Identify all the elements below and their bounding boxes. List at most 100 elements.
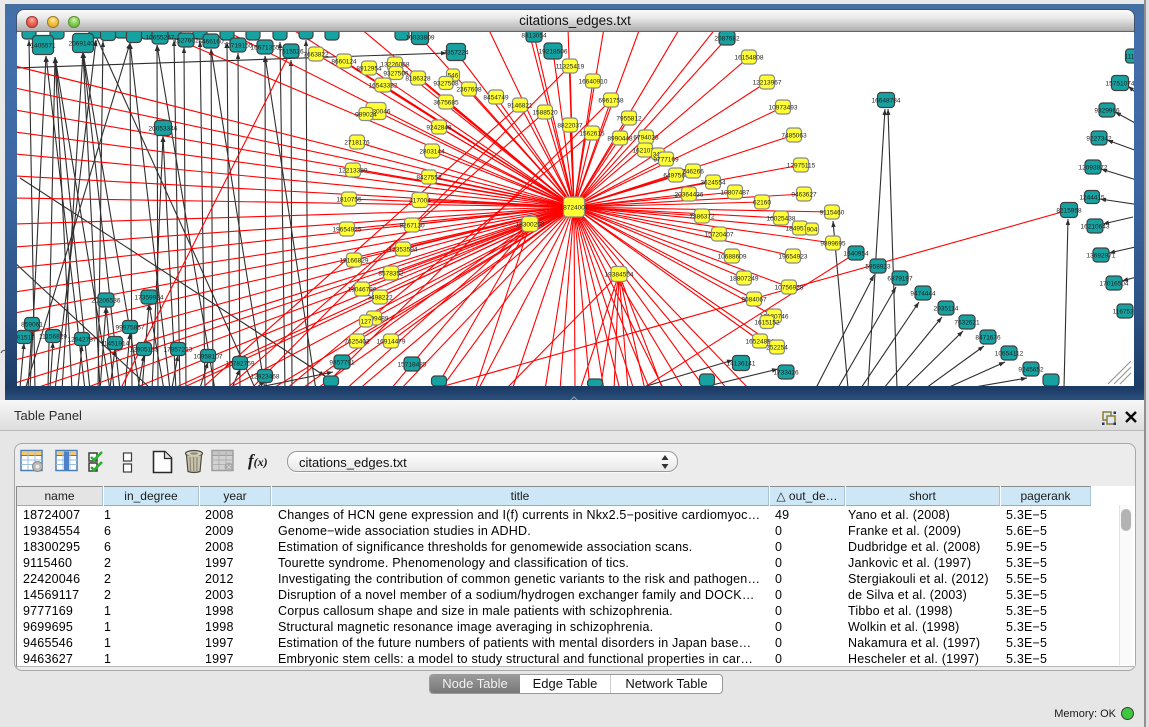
svg-text:11124: 11124 — [1124, 53, 1134, 60]
svg-text:2367608: 2367608 — [456, 86, 482, 93]
svg-text:7625402: 7625402 — [344, 338, 370, 345]
svg-text:10958107: 10958107 — [194, 353, 223, 360]
svg-text:7955812: 7955812 — [616, 115, 642, 122]
svg-text:16782759: 16782759 — [226, 360, 255, 367]
svg-text:9084067: 9084067 — [741, 296, 767, 303]
svg-text:1562615: 1562615 — [579, 130, 605, 137]
svg-text:6466160: 6466160 — [198, 38, 224, 45]
svg-text:8186328: 8186328 — [405, 75, 431, 82]
svg-text:1588520: 1588520 — [532, 109, 558, 116]
svg-text:12213389: 12213389 — [339, 167, 368, 174]
svg-text:8660124: 8660124 — [331, 58, 357, 65]
svg-text:19384554: 19384554 — [605, 271, 634, 278]
svg-text:12213967: 12213967 — [753, 79, 782, 86]
svg-text:20691406: 20691406 — [69, 40, 98, 47]
svg-text:252254: 252254 — [766, 344, 788, 351]
svg-text:15720407: 15720407 — [705, 231, 734, 238]
svg-text:2935114: 2935114 — [934, 305, 959, 312]
svg-text:9327508: 9327508 — [433, 80, 459, 87]
svg-text:8578352: 8578352 — [378, 270, 404, 277]
svg-text:9899695: 9899695 — [820, 240, 846, 247]
svg-text:10654112: 10654112 — [995, 350, 1024, 357]
svg-text:8822037: 8822037 — [557, 122, 583, 129]
svg-text:989024: 989024 — [355, 111, 377, 118]
svg-text:2803144: 2803144 — [419, 148, 445, 155]
svg-text:10756928: 10756928 — [775, 284, 804, 291]
svg-text:3624554: 3624554 — [700, 179, 726, 186]
svg-text:7357224: 7357224 — [443, 49, 469, 56]
svg-text:8912954: 8912954 — [356, 65, 382, 72]
svg-text:16543382: 16543382 — [369, 82, 398, 89]
svg-text:10719155: 10719155 — [224, 42, 253, 49]
svg-text:6961758: 6961758 — [598, 97, 624, 104]
svg-text:17016504: 17016504 — [1100, 280, 1129, 287]
svg-text:746266: 746266 — [682, 168, 704, 175]
svg-text:17957213: 17957213 — [164, 346, 193, 353]
svg-text:15718485: 15718485 — [398, 361, 427, 368]
svg-text:8454749: 8454749 — [483, 94, 509, 101]
svg-text:1640954: 1640954 — [843, 250, 869, 257]
svg-text:10973493: 10973493 — [769, 104, 798, 111]
svg-text:6794028: 6794028 — [633, 134, 659, 141]
svg-text:9857791: 9857791 — [329, 359, 355, 366]
svg-text:16154808: 16154808 — [735, 54, 764, 61]
svg-text:18724007: 18724007 — [560, 204, 589, 211]
svg-text:7663822: 7663822 — [303, 51, 329, 58]
svg-text:14136141: 14136141 — [727, 360, 756, 367]
svg-text:62160: 62160 — [753, 199, 771, 206]
svg-text:6879197: 6879197 — [887, 275, 913, 282]
svg-text:10655267: 10655267 — [146, 34, 175, 41]
svg-text:13692971: 13692971 — [1087, 252, 1116, 259]
svg-text:8471676: 8471676 — [975, 334, 1001, 341]
svg-text:20053346: 20053346 — [149, 125, 178, 132]
svg-text:9329966: 9329966 — [1094, 107, 1120, 114]
svg-text:2718176: 2718176 — [344, 139, 370, 146]
svg-text:1405571: 1405571 — [30, 42, 56, 49]
svg-text:19654925: 19654925 — [333, 226, 362, 233]
svg-text:12923468: 12923468 — [251, 373, 280, 380]
svg-text:8813054: 8813054 — [521, 32, 547, 39]
svg-text:99975867: 99975867 — [116, 324, 145, 331]
svg-text:19654923: 19654923 — [779, 253, 808, 260]
svg-text:7632621: 7632621 — [954, 319, 980, 326]
svg-text:1615152: 1615152 — [754, 319, 780, 326]
svg-text:9474444: 9474444 — [910, 290, 936, 297]
svg-text:18300295: 18300295 — [516, 221, 545, 228]
svg-text:9463627: 9463627 — [791, 191, 817, 198]
svg-text:9245652: 9245652 — [1018, 366, 1044, 373]
svg-text:15751074: 15751074 — [1106, 80, 1134, 87]
svg-text:12353594: 12353594 — [389, 246, 418, 253]
svg-text:9146821: 9146821 — [507, 102, 533, 109]
svg-text:12975115: 12975115 — [787, 162, 816, 169]
svg-text:391519: 391519 — [17, 334, 35, 341]
svg-text:11156829: 11156829 — [39, 333, 67, 340]
svg-text:7515526: 7515526 — [278, 48, 304, 55]
svg-text:12942737: 12942737 — [68, 336, 97, 343]
svg-text:11451914: 11451914 — [101, 340, 130, 347]
svg-text:3498222: 3498222 — [367, 294, 393, 301]
svg-text:8215958: 8215958 — [1056, 207, 1082, 214]
svg-text:859061: 859061 — [21, 321, 43, 328]
svg-text:16671355: 16671355 — [251, 44, 280, 51]
svg-text:17359924: 17359924 — [135, 294, 164, 301]
svg-text:1810755: 1810755 — [336, 196, 362, 203]
svg-text:16914479: 16914479 — [377, 338, 406, 345]
svg-text:16210643: 16210643 — [1081, 223, 1110, 230]
svg-text:11325419: 11325419 — [556, 63, 585, 70]
svg-text:3675685: 3675685 — [433, 99, 459, 106]
svg-text:9777169: 9777169 — [653, 156, 679, 163]
svg-text:16648784: 16648784 — [872, 97, 901, 104]
svg-text:19218506: 19218506 — [539, 48, 568, 55]
svg-text:20206536: 20206536 — [92, 297, 121, 304]
svg-text:2087682: 2087682 — [714, 35, 740, 42]
svg-text:10807487: 10807487 — [721, 189, 750, 196]
svg-text:7386372: 7386372 — [689, 213, 715, 220]
svg-text:10025438: 10025438 — [767, 215, 796, 222]
svg-text:9115460: 9115460 — [820, 209, 845, 216]
svg-text:12093872: 12093872 — [1079, 164, 1108, 171]
svg-text:8267130: 8267130 — [399, 222, 425, 229]
svg-text:9242848: 9242848 — [426, 124, 452, 131]
svg-text:7485063: 7485063 — [781, 132, 807, 139]
svg-text:19166829: 19166829 — [340, 257, 369, 264]
svg-text:16640910: 16640910 — [579, 78, 608, 85]
